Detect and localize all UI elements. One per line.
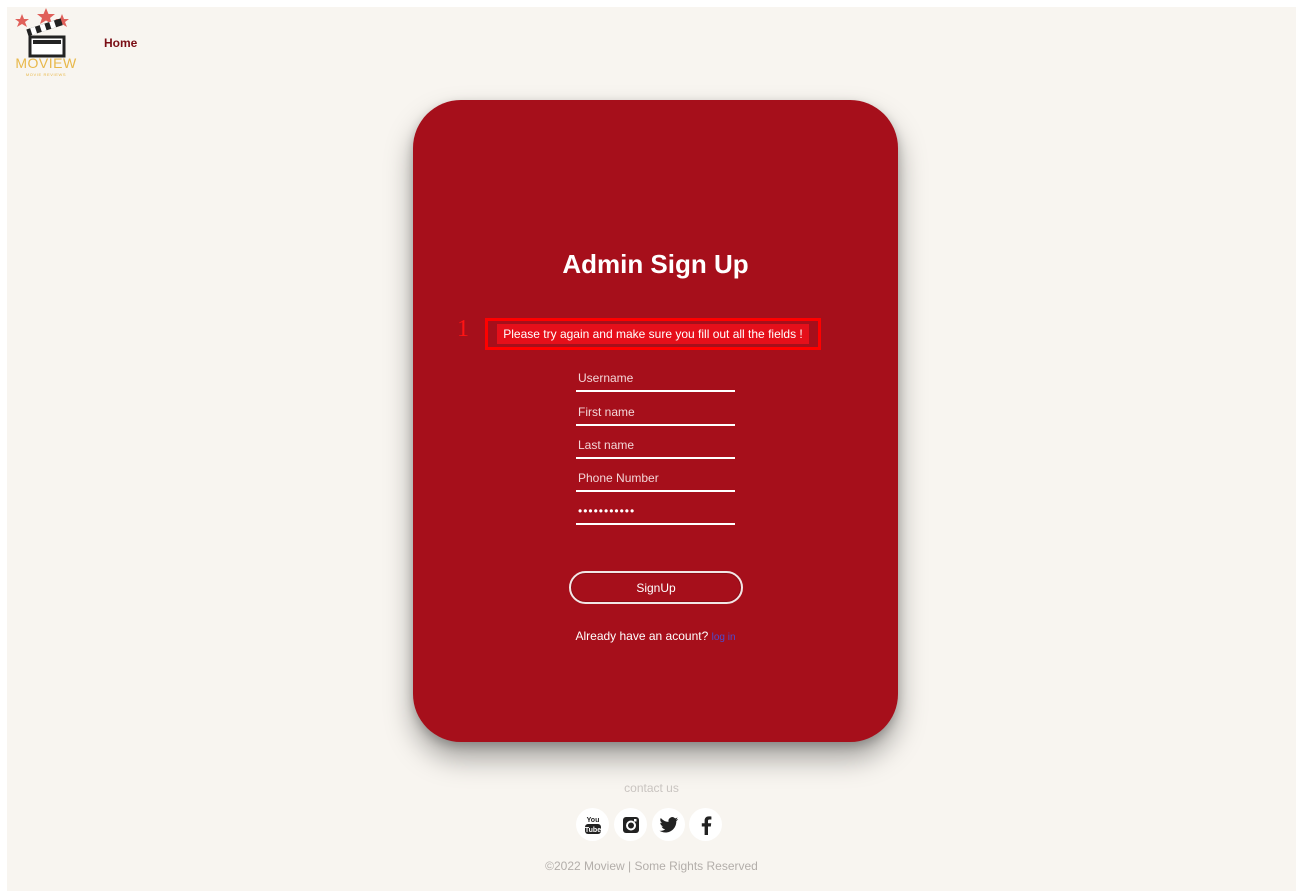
account-prompt-line: Already have an acount? log in (413, 629, 898, 643)
phone-number-input[interactable] (576, 468, 735, 492)
error-message: Please try again and make sure you fill … (497, 324, 809, 344)
signup-card: Admin Sign Up 1 Please try again and mak… (413, 100, 898, 742)
username-input[interactable] (576, 368, 735, 392)
account-prompt-text: Already have an acount? (575, 629, 709, 643)
svg-text:You: You (586, 817, 599, 824)
signup-button[interactable]: SignUp (569, 571, 743, 604)
annotation-marker: 1 (457, 316, 469, 342)
copyright-text: ©2022 Moview | Some Rights Reserved (545, 859, 758, 873)
svg-text:Tube: Tube (584, 827, 600, 834)
error-message-box: Please try again and make sure you fill … (485, 318, 821, 350)
youtube-icon[interactable]: You Tube (576, 808, 609, 841)
password-input[interactable] (576, 501, 735, 525)
nav-home-link[interactable]: Home (104, 36, 137, 50)
moview-logo[interactable]: MOVIEW MOVIE REVIEWS (12, 8, 80, 80)
page-title: Admin Sign Up (562, 249, 749, 279)
last-name-input[interactable] (576, 435, 735, 459)
instagram-icon[interactable] (614, 808, 647, 841)
contact-us-label: contact us (624, 781, 679, 795)
login-link[interactable]: log in (712, 632, 736, 643)
social-links: You Tube (576, 808, 726, 844)
facebook-icon[interactable] (689, 808, 722, 841)
logo-subtext: MOVIE REVIEWS (25, 72, 67, 77)
first-name-input[interactable] (576, 402, 735, 426)
logo-text: MOVIEW (15, 55, 77, 71)
clapperboard-icon (15, 8, 69, 58)
twitter-icon[interactable] (652, 808, 685, 841)
